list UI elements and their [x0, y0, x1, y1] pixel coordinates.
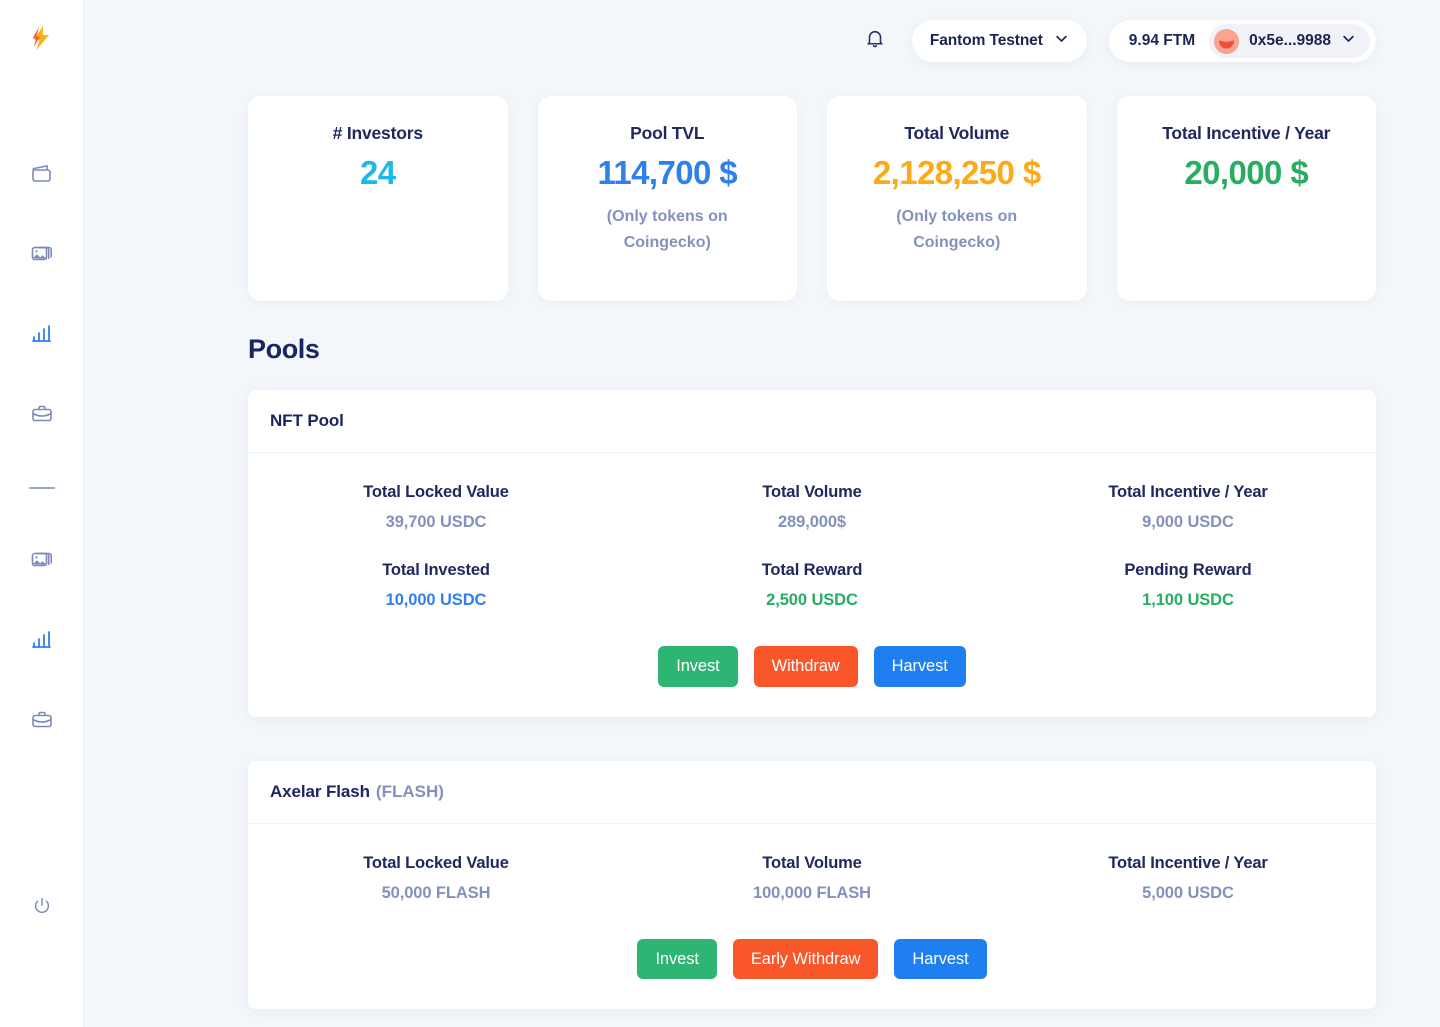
sidebar-item-gallery-2[interactable] [20, 538, 64, 582]
wallet-address: 0x5e...9988 [1249, 32, 1331, 49]
pool-stat-label: Total Incentive / Year [1108, 853, 1268, 872]
bar-chart-icon [30, 628, 54, 652]
pool-stat-label: Total Locked Value [363, 853, 509, 872]
pool-actions: Invest Withdraw Harvest [248, 610, 1376, 717]
stat-card-title: Total Volume [904, 123, 1010, 143]
wallet-balance: 9.94 FTM [1128, 32, 1196, 49]
pool-card: NFT Pool Total Locked Value 39,700 USDC Tot… [248, 390, 1376, 717]
wallet-address-pill[interactable]: 0x5e...9988 [1209, 24, 1370, 58]
stat-card-title: Total Incentive / Year [1162, 123, 1331, 143]
stat-card-title: Pool TVL [630, 123, 705, 143]
wallet-chip[interactable]: 9.94 FTM 0x5e...9988 [1108, 20, 1376, 62]
briefcase-icon [30, 402, 54, 426]
harvest-button[interactable]: Harvest [894, 938, 987, 980]
pool-stat-cell: Total Incentive / Year 9,000 USDC [1000, 483, 1376, 532]
sidebar-item-analytics-2[interactable] [20, 618, 64, 662]
pools-list: NFT Pool Total Locked Value 39,700 USDC Tot… [84, 390, 1440, 1010]
pool-stat-value: 100,000 FLASH [753, 883, 871, 902]
pool-stat-label: Total Invested [382, 561, 490, 579]
power-icon [31, 895, 53, 917]
pool-stat-value: 5,000 USDC [1142, 883, 1234, 902]
bell-icon [864, 28, 886, 55]
stats-cards: # Investors 24 Pool TVL 114,700 $ (Only toke… [84, 82, 1440, 301]
pool-stat-value: 1,100 USDC [1142, 591, 1234, 609]
pool-symbol: (FLASH) [375, 781, 444, 801]
lightning-bolt-logo-icon [27, 23, 57, 58]
network-selector[interactable]: Fantom Testnet [911, 20, 1087, 62]
stat-card-value: 2,128,250 $ [872, 154, 1041, 191]
pool-stat-cell: Total Locked Value 39,700 USDC [248, 483, 624, 532]
sidebar-item-wallet[interactable] [20, 152, 64, 196]
app-logo[interactable] [18, 16, 66, 64]
pool-stat-cell: Total Incentive / Year 5,000 USDC [1000, 854, 1376, 903]
pool-card: Axelar Flash (FLASH) Total Locked Value 50,… [248, 760, 1376, 1010]
image-icon [30, 242, 54, 266]
pool-stat-label: Total Reward [761, 561, 863, 579]
stat-card-value: 114,700 $ [597, 154, 738, 191]
pool-stat-value: 50,000 FLASH [381, 883, 491, 902]
pool-stat-row: Total Invested 10,000 USDC Total Reward 2,5… [248, 561, 1376, 610]
sidebar-item-portfolio-2[interactable] [20, 698, 64, 742]
page-title: Pools [248, 334, 320, 364]
pool-stat-cell: Total Volume 100,000 FLASH [624, 854, 1000, 903]
stat-card-note: (Only tokens on Coingecko) [896, 208, 1018, 251]
notifications-button[interactable] [860, 26, 890, 56]
pool-stat-value: 9,000 USDC [1142, 513, 1234, 531]
chevron-down-icon [1054, 31, 1069, 51]
image-icon [30, 548, 54, 572]
harvest-button[interactable]: Harvest [873, 646, 966, 687]
stat-card: Pool TVL 114,700 $ (Only tokens on Coingec… [537, 96, 797, 301]
pool-stat-cell: Pending Reward 1,100 USDC [1000, 561, 1376, 610]
pool-card-body: Total Locked Value 39,700 USDC Total Volum… [248, 453, 1376, 717]
pool-stat-cell: Total Locked Value 50,000 FLASH [248, 854, 624, 903]
invest-button[interactable]: Invest [637, 938, 717, 980]
sidebar-item-analytics[interactable] [20, 312, 64, 356]
pool-stat-value: 39,700 USDC [385, 513, 487, 531]
pool-stat-value: 10,000 USDC [385, 591, 487, 609]
pool-stat-label: Total Volume [762, 483, 862, 501]
withdraw-button[interactable]: Withdraw [753, 646, 858, 687]
pool-stat-label: Total Locked Value [363, 483, 509, 501]
pool-stat-row: Total Locked Value 50,000 FLASH Total Volu… [248, 854, 1376, 903]
wallet-avatar-icon [1214, 28, 1240, 54]
topbar: Fantom Testnet 9.94 FTM 0x5e...9988 [84, 0, 1440, 82]
stat-card: Total Incentive / Year 20,000 $ [1116, 96, 1376, 301]
pool-stat-label: Pending Reward [1124, 561, 1252, 579]
divider-icon [28, 487, 55, 489]
pool-name: NFT Pool [270, 411, 344, 430]
stat-card-note: (Only tokens on Coingecko) [606, 208, 728, 251]
pool-stat-value: 289,000$ [777, 513, 847, 531]
main-content: Fantom Testnet 9.94 FTM 0x5e...9988 # In… [84, 0, 1440, 1027]
sidebar-item-gallery[interactable] [20, 232, 64, 276]
stat-card: # Investors 24 [248, 96, 508, 301]
pool-stat-cell: Total Reward 2,500 USDC [624, 561, 1000, 610]
sidebar-item-portfolio[interactable] [20, 392, 64, 436]
pool-stat-cell: Total Volume 289,000$ [624, 483, 1000, 532]
sidebar-divider [20, 466, 64, 510]
pool-stat-cell: Total Invested 10,000 USDC [248, 561, 624, 610]
stat-card-title: # Investors [332, 123, 423, 143]
invest-button[interactable]: Invest [658, 646, 738, 687]
pool-actions: Invest Early Withdraw Harvest [248, 903, 1376, 1010]
pool-stat-value: 2,500 USDC [766, 591, 858, 609]
network-label: Fantom Testnet [929, 32, 1043, 49]
stat-card-value: 20,000 $ [1184, 154, 1309, 191]
chevron-down-icon [1341, 31, 1356, 51]
pool-stat-label: Total Incentive / Year [1108, 483, 1268, 501]
pool-card-body: Total Locked Value 50,000 FLASH Total Volu… [248, 824, 1376, 1010]
sidebar-item-logout[interactable] [20, 884, 64, 928]
pool-card-header: Axelar Flash (FLASH) [248, 761, 1376, 824]
sidebar [0, 0, 84, 1027]
briefcase-icon [30, 708, 54, 732]
bar-chart-icon [30, 322, 54, 346]
stat-card-value: 24 [359, 154, 396, 191]
early-withdraw-button[interactable]: Early Withdraw [732, 938, 879, 980]
stat-card: Total Volume 2,128,250 $ (Only tokens on C… [827, 96, 1087, 301]
wallet-icon [30, 162, 54, 186]
pool-stat-label: Total Volume [762, 853, 862, 872]
pool-stat-row: Total Locked Value 39,700 USDC Total Volum… [248, 483, 1376, 532]
pool-name: Axelar Flash [270, 781, 370, 801]
pool-card-header: NFT Pool [248, 390, 1376, 453]
